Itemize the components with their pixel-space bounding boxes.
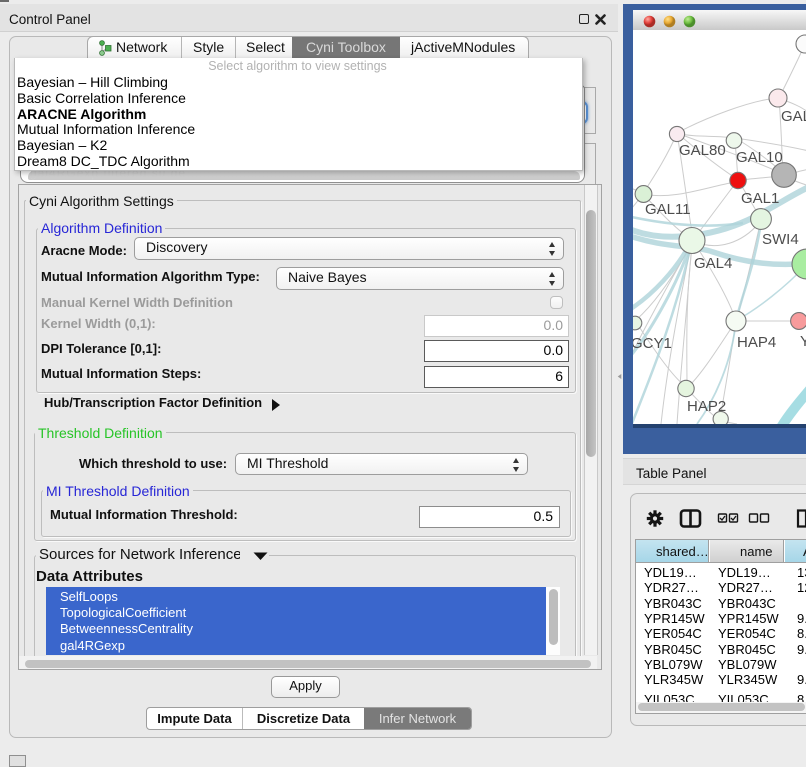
svg-text:GAL11: GAL11 xyxy=(645,201,691,218)
svg-text:HAP4: HAP4 xyxy=(737,334,776,351)
svg-text:SWI4: SWI4 xyxy=(762,231,799,248)
svg-text:HAP2: HAP2 xyxy=(687,398,726,415)
svg-text:GAL7: GAL7 xyxy=(781,108,806,125)
svg-text:GAL4: GAL4 xyxy=(694,255,732,272)
svg-text:GCY1: GCY1 xyxy=(633,335,672,352)
svg-text:GAL10: GAL10 xyxy=(736,149,783,166)
svg-text:Y: Y xyxy=(800,333,806,350)
svg-text:GAL80: GAL80 xyxy=(679,142,726,159)
svg-text:GAL1: GAL1 xyxy=(741,190,779,207)
